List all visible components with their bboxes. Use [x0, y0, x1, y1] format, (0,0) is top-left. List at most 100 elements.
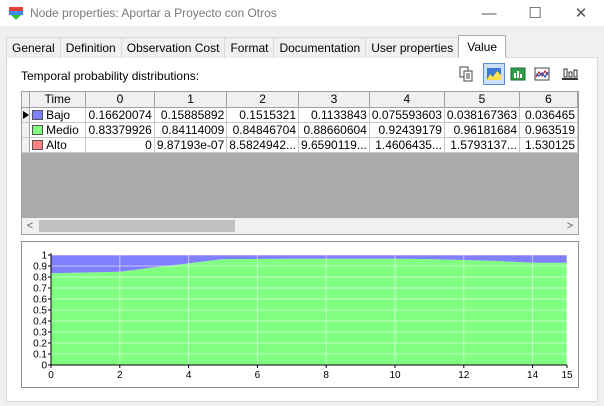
minimize-icon: — — [481, 4, 497, 22]
table-row-medio[interactable]: Medio 0.83379926 0.84114009 0.84846704 0… — [22, 122, 578, 138]
value-cell[interactable]: 0.16620074 — [85, 107, 155, 123]
tab-strip: General Definition Observation Cost Form… — [6, 35, 507, 58]
grid-col-header[interactable]: 6 — [519, 92, 578, 108]
y-tick-label: 0.9 — [33, 262, 47, 273]
state-label: Bajo — [46, 107, 71, 122]
y-tick-label: 0.1 — [33, 350, 47, 361]
grid-header-row: Time 0 1 2 3 4 5 6 — [22, 92, 578, 108]
value-cell[interactable]: 0.075593603 — [369, 107, 445, 123]
area-chart-button[interactable] — [483, 63, 505, 85]
grid-header-time: Time — [29, 92, 87, 108]
value-cell[interactable]: 0.84114009 — [154, 122, 228, 138]
x-tick-label: 8 — [323, 370, 329, 381]
value-cell[interactable]: 0.83379926 — [85, 122, 155, 138]
value-cell[interactable]: 0 — [85, 137, 155, 153]
x-tick-label: 15 — [561, 370, 573, 381]
y-tick-label: 0.3 — [33, 328, 47, 339]
state-cell[interactable]: Bajo — [29, 107, 87, 123]
y-tick-label: 0.5 — [33, 306, 47, 317]
value-cell[interactable]: 0.038167363 — [444, 107, 521, 123]
value-cell[interactable]: 0.1133843 — [298, 107, 370, 123]
color-swatch — [32, 124, 44, 135]
section-label: Temporal probability distributions: — [21, 69, 200, 83]
color-swatch — [32, 139, 44, 150]
close-button[interactable]: ✕ — [558, 0, 604, 26]
value-cell[interactable]: 0.036465 — [519, 107, 578, 123]
y-tick-label: 1 — [41, 251, 47, 262]
x-tick-label: 12 — [458, 370, 470, 381]
settings-slider-button[interactable] — [559, 63, 581, 85]
state-cell[interactable]: Alto — [29, 137, 87, 153]
row-indicator — [22, 122, 31, 138]
x-tick-label: 0 — [48, 370, 54, 381]
y-tick-label: 0.4 — [33, 317, 47, 328]
line-chart-icon — [534, 67, 550, 81]
grid-col-header[interactable]: 3 — [298, 92, 370, 108]
grid-col-header[interactable]: 2 — [226, 92, 299, 108]
value-cell[interactable]: 9.6590119... — [298, 137, 370, 153]
value-cell[interactable]: 1.530125 — [519, 137, 578, 153]
title-bar: Node properties: Aportar a Proyecto con … — [0, 0, 604, 26]
copy-button[interactable] — [455, 63, 477, 85]
grid-corner — [22, 92, 31, 108]
row-indicator — [22, 137, 31, 153]
value-cell[interactable]: 1.5793137... — [444, 137, 521, 153]
value-cell[interactable]: 0.92439179 — [369, 122, 445, 138]
bar-chart-icon — [510, 67, 526, 81]
bar-chart-button[interactable] — [507, 63, 529, 85]
x-tick-label: 10 — [389, 370, 401, 381]
tab-general[interactable]: General — [6, 37, 61, 58]
y-tick-label: 0.6 — [33, 295, 47, 306]
value-cell[interactable]: 0.84846704 — [226, 122, 299, 138]
value-cell[interactable]: 9.87193e-07 — [154, 137, 228, 153]
x-tick-label: 4 — [186, 370, 192, 381]
tab-value[interactable]: Value — [458, 35, 507, 58]
scroll-left-button[interactable]: < — [22, 218, 38, 234]
tab-format[interactable]: Format — [224, 37, 275, 58]
probability-grid[interactable]: Time 0 1 2 3 4 5 6 Bajo 0.16620074 0.158… — [21, 91, 579, 235]
area-chart-icon — [487, 68, 501, 80]
close-icon: ✕ — [574, 5, 588, 22]
app-icon — [9, 7, 23, 20]
probability-table: Time 0 1 2 3 4 5 6 Bajo 0.16620074 0.158… — [22, 92, 578, 153]
state-cell[interactable]: Medio — [29, 122, 87, 138]
probability-chart: 0 0.1 0.2 0.3 0.4 0.5 0.6 0.7 0.8 0.9 1 0 2 4 6 8 10 12 14… — [21, 241, 579, 388]
grid-col-header[interactable]: 1 — [154, 92, 228, 108]
chevron-right-icon: > — [566, 220, 574, 232]
maximize-icon: ☐ — [528, 5, 542, 22]
tab-user-properties[interactable]: User properties — [365, 37, 460, 58]
value-cell[interactable]: 0.963519 — [519, 122, 578, 138]
value-cell[interactable]: 8.5824942... — [226, 137, 299, 153]
tab-documentation[interactable]: Documentation — [273, 37, 367, 58]
value-cell[interactable]: 1.4606435... — [369, 137, 445, 153]
state-label: Alto — [46, 137, 67, 152]
scrollbar-thumb[interactable] — [39, 220, 235, 232]
value-cell[interactable]: 0.15885892 — [154, 107, 228, 123]
maximize-button[interactable]: ☐ — [512, 0, 558, 26]
x-tick-label: 2 — [117, 370, 123, 381]
copy-icon — [459, 66, 473, 82]
x-tick-label: 6 — [255, 370, 261, 381]
grid-col-header[interactable]: 5 — [444, 92, 521, 108]
value-cell[interactable]: 0.96181684 — [444, 122, 521, 138]
line-chart-button[interactable] — [531, 63, 553, 85]
table-row-bajo[interactable]: Bajo 0.16620074 0.15885892 0.1515321 0.1… — [22, 107, 578, 123]
tab-observation-cost[interactable]: Observation Cost — [120, 37, 226, 58]
value-cell[interactable]: 0.1515321 — [226, 107, 299, 123]
y-tick-label: 0.8 — [33, 273, 47, 284]
horizontal-scrollbar[interactable]: < > — [22, 218, 578, 234]
series-area-medio — [51, 258, 567, 365]
grid-col-header[interactable]: 0 — [85, 92, 155, 108]
chevron-left-icon: < — [26, 220, 34, 232]
table-row-alto[interactable]: Alto 0 9.87193e-07 8.5824942... 9.659011… — [22, 137, 578, 153]
row-pointer-icon — [22, 110, 29, 119]
y-tick-label: 0.7 — [33, 284, 47, 295]
tab-definition[interactable]: Definition — [59, 37, 122, 58]
grid-col-header[interactable]: 4 — [369, 92, 445, 108]
minimize-button[interactable]: — — [466, 0, 512, 26]
color-swatch — [32, 109, 44, 120]
current-row-indicator — [22, 107, 31, 123]
scroll-right-button[interactable]: > — [562, 218, 578, 234]
value-cell[interactable]: 0.88660604 — [298, 122, 370, 138]
chart-svg: 00.10.20.30.40.50.60.70.80.910 2 4 6 8 10 12 14… — [33, 251, 573, 382]
